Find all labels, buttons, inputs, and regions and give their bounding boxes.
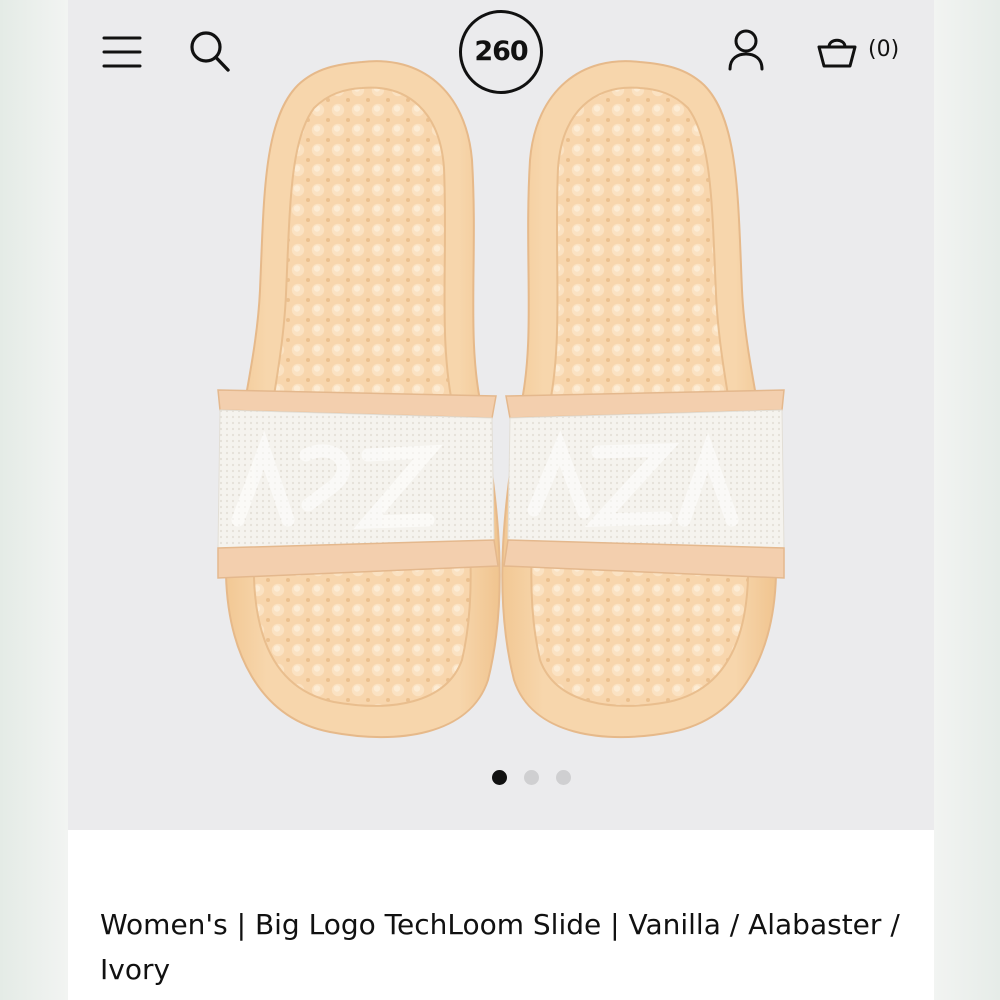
app-screen: 260 (0) Women's | Big Logo TechLoom Slid…: [68, 0, 934, 1000]
menu-button[interactable]: [102, 34, 142, 70]
image-pagination: [492, 768, 582, 788]
pagination-dot[interactable]: [556, 770, 571, 785]
search-button[interactable]: [188, 28, 232, 74]
account-button[interactable]: [726, 28, 766, 72]
cart-button[interactable]: (0): [816, 34, 916, 70]
pagination-dot-active[interactable]: [492, 770, 507, 785]
hamburger-menu-icon: [102, 36, 142, 68]
brand-logo[interactable]: 260: [459, 10, 543, 94]
pagination-dot[interactable]: [524, 770, 539, 785]
product-image[interactable]: [68, 0, 934, 830]
user-icon: [728, 29, 764, 71]
top-nav-bar: 260 (0): [68, 0, 934, 104]
cart-count: (0): [868, 37, 900, 62]
right-slide: [501, 60, 785, 739]
logo-text: 260: [474, 36, 528, 67]
product-info: Women's | Big Logo TechLoom Slide | Vani…: [68, 830, 934, 1000]
search-icon: [190, 31, 230, 72]
product-title: Women's | Big Logo TechLoom Slide | Vani…: [100, 908, 900, 986]
left-slide: [217, 60, 501, 739]
shopping-basket-icon: [817, 38, 857, 68]
